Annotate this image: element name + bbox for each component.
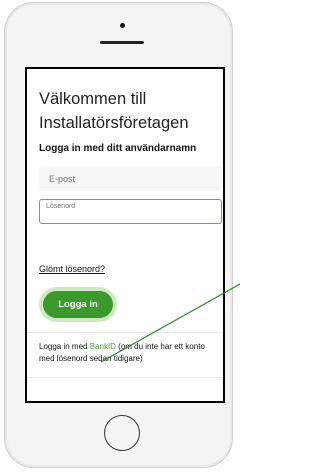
home-button[interactable]	[104, 415, 140, 451]
bottom-text-cutoff	[39, 382, 215, 389]
bankid-prefix: Logga in med	[39, 342, 90, 351]
divider	[27, 332, 223, 333]
bankid-text: Logga in med BankID (om du inte har ett …	[39, 341, 215, 365]
phone-frame: Välkommen till Installatörsföretagen Log…	[4, 2, 233, 468]
camera-icon	[120, 23, 125, 28]
speaker-grille	[100, 41, 144, 44]
login-subtitle: Logga in med ditt användarnamn	[39, 143, 197, 154]
divider	[27, 377, 223, 378]
page-title: Välkommen till Installatörsföretagen	[39, 87, 215, 135]
email-input[interactable]	[39, 166, 222, 191]
login-form: Välkommen till Installatörsföretagen Log…	[27, 69, 223, 389]
bankid-link[interactable]: BankID	[90, 342, 116, 351]
title-line-1: Välkommen till	[39, 90, 147, 108]
title-line-2: Installatörsföretagen	[39, 114, 189, 132]
login-button[interactable]: Logga in	[43, 291, 113, 318]
phone-screen: Välkommen till Installatörsföretagen Log…	[25, 67, 225, 403]
forgot-password-link[interactable]: Glömt lösenord?	[39, 264, 215, 274]
password-field[interactable]: Lösenord	[39, 199, 222, 224]
password-label: Lösenord	[46, 203, 76, 210]
